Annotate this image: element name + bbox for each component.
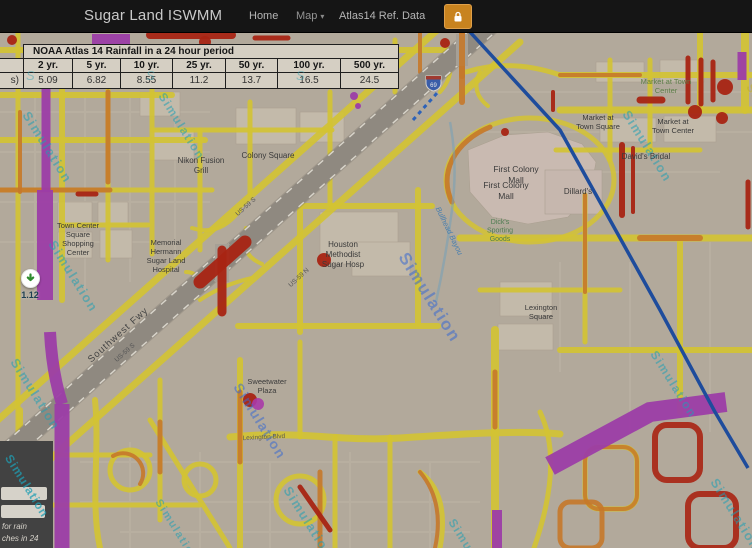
col-header: 25 yr. bbox=[173, 59, 226, 73]
table-row-label-header bbox=[0, 59, 24, 73]
popup-text-fragment: ches in 24 bbox=[2, 534, 38, 543]
map-label-market-town-center: Market atTown Center bbox=[652, 117, 695, 135]
interstate-69-shield: 69 bbox=[426, 76, 441, 91]
value-cell: 8.55 bbox=[121, 73, 173, 89]
lock-button[interactable] bbox=[444, 4, 472, 29]
chevron-down-icon: ▾ bbox=[320, 12, 324, 21]
map-label-lexington-square: LexingtonSquare bbox=[525, 303, 558, 321]
value-cell: 24.5 bbox=[341, 73, 399, 89]
map-label-colony-square: Colony Square bbox=[242, 151, 295, 160]
lock-icon bbox=[452, 11, 464, 23]
cutoff-popup-panel: for rain ches in 24 bbox=[0, 441, 53, 548]
table-corner bbox=[0, 45, 24, 59]
value-cell: 5.09 bbox=[24, 73, 73, 89]
col-header: 10 yr. bbox=[121, 59, 173, 73]
table-title: NOAA Atlas 14 Rainfall in a 24 hour peri… bbox=[24, 45, 399, 59]
value-cell: 16.5 bbox=[278, 73, 341, 89]
col-header: 5 yr. bbox=[73, 59, 121, 73]
col-header: 50 yr. bbox=[226, 59, 278, 73]
popup-field[interactable] bbox=[1, 487, 47, 500]
col-header: 100 yr. bbox=[278, 59, 341, 73]
marker-value: 1.12 bbox=[15, 290, 45, 300]
col-header: 2 yr. bbox=[24, 59, 73, 73]
value-cell: 11.2 bbox=[173, 73, 226, 89]
nav-map[interactable]: Map▾ bbox=[296, 10, 324, 22]
app-title: Sugar Land ISWMM bbox=[84, 7, 222, 24]
popup-text-fragment: for rain bbox=[2, 522, 27, 531]
nav-atlas14-ref-data[interactable]: Atlas14 Ref. Data bbox=[339, 10, 425, 22]
nav-home[interactable]: Home bbox=[249, 10, 278, 22]
map-label-dillards: Dillard's bbox=[564, 187, 592, 196]
value-cell: 6.82 bbox=[73, 73, 121, 89]
value-cell: 13.7 bbox=[226, 73, 278, 89]
svg-text:69: 69 bbox=[430, 83, 437, 89]
app-window: 69 SimulationSimulationSimulationSimulat… bbox=[0, 0, 752, 548]
top-bar: Sugar Land ISWMM Home Map▾ Atlas14 Ref. … bbox=[0, 0, 752, 33]
down-arrow-icon bbox=[25, 273, 36, 284]
map-label-dicks-sporting: Dick'sSportingGoods bbox=[487, 219, 513, 243]
popup-field[interactable] bbox=[1, 505, 45, 518]
noaa-atlas14-table: NOAA Atlas 14 Rainfall in a 24 hour peri… bbox=[0, 44, 399, 89]
map-label-davids-bridal: David's Bridal bbox=[622, 152, 671, 161]
map-canvas[interactable]: 69 SimulationSimulationSimulationSimulat… bbox=[0, 32, 752, 548]
map-label-market-town-square: Market atTown Square bbox=[576, 113, 620, 131]
row-label-fragment: s) bbox=[0, 73, 24, 89]
rainfall-marker[interactable]: 1.12 bbox=[15, 269, 45, 300]
col-header: 500 yr. bbox=[341, 59, 399, 73]
